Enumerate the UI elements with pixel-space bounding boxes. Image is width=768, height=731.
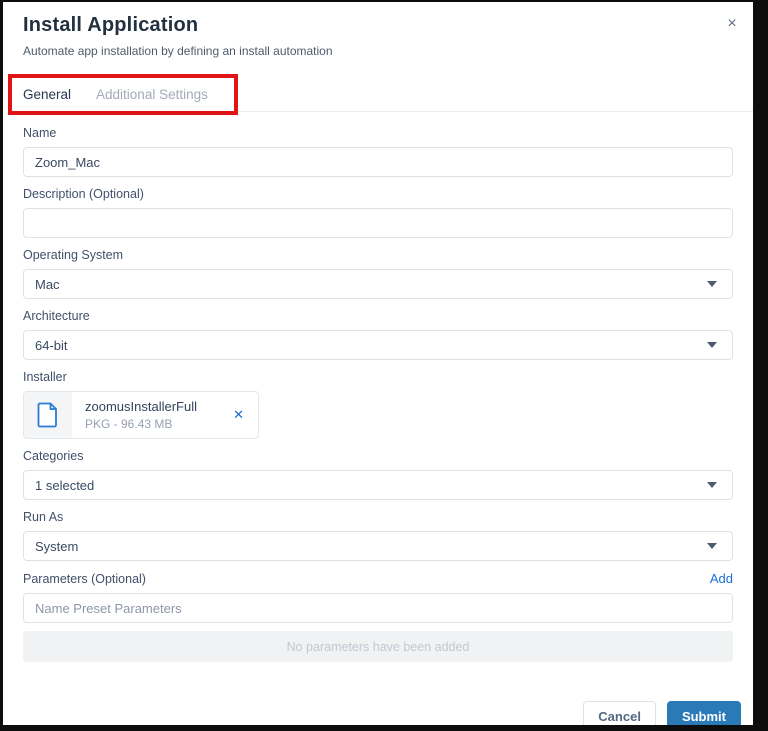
file-meta: PKG - 96.43 MB [85, 417, 233, 431]
installer-file-card: zoomusInstallerFull PKG - 96.43 MB ✕ [23, 391, 259, 439]
architecture-select[interactable]: 64-bit [23, 330, 733, 360]
modal-header: Install Application Automate app install… [3, 2, 753, 58]
tab-additional-settings[interactable]: Additional Settings [96, 87, 208, 102]
modal-footer: Cancel Submit [3, 701, 753, 731]
architecture-field-group: Architecture 64-bit [23, 309, 733, 360]
description-field-group: Description (Optional) [23, 187, 733, 238]
remove-file-icon[interactable]: ✕ [233, 407, 244, 423]
description-input[interactable] [23, 208, 733, 238]
categories-select[interactable]: 1 selected [23, 470, 733, 500]
categories-field-group: Categories 1 selected [23, 449, 733, 500]
installer-label: Installer [23, 370, 733, 384]
add-parameter-link[interactable]: Add [710, 571, 733, 586]
name-label: Name [23, 126, 733, 140]
run-as-label: Run As [23, 510, 733, 524]
install-application-modal: Install Application Automate app install… [0, 0, 768, 731]
chevron-down-icon [707, 543, 717, 549]
operating-system-field-group: Operating System Mac [23, 248, 733, 299]
run-as-select[interactable]: System [23, 531, 733, 561]
modal-subtitle: Automate app installation by defining an… [23, 44, 733, 58]
parameters-input[interactable] [23, 593, 733, 623]
architecture-label: Architecture [23, 309, 733, 323]
description-label: Description (Optional) [23, 187, 733, 201]
name-input[interactable] [23, 147, 733, 177]
name-field-group: Name [23, 126, 733, 177]
file-info: zoomusInstallerFull PKG - 96.43 MB [72, 399, 233, 431]
tab-bar: General Additional Settings [3, 74, 753, 116]
annotation-highlight-box: General Additional Settings [8, 74, 238, 115]
categories-label: Categories [23, 449, 733, 463]
operating-system-label: Operating System [23, 248, 733, 262]
parameters-label-row: Parameters (Optional) Add [23, 571, 733, 586]
submit-button[interactable]: Submit [667, 701, 741, 731]
run-as-field-group: Run As System [23, 510, 733, 561]
parameters-label: Parameters (Optional) [23, 572, 146, 586]
file-name: zoomusInstallerFull [85, 399, 233, 415]
file-icon [24, 392, 72, 438]
chevron-down-icon [707, 342, 717, 348]
architecture-value: 64-bit [35, 338, 68, 353]
operating-system-select[interactable]: Mac [23, 269, 733, 299]
categories-value: 1 selected [35, 478, 94, 493]
chevron-down-icon [707, 281, 717, 287]
cancel-button[interactable]: Cancel [583, 701, 656, 731]
installer-field-group: Installer zoomusInstallerFull PKG - 96.4… [23, 370, 733, 439]
tab-general[interactable]: General [23, 87, 71, 102]
chevron-down-icon [707, 482, 717, 488]
operating-system-value: Mac [35, 277, 60, 292]
parameters-empty-state: No parameters have been added [23, 631, 733, 662]
run-as-value: System [35, 539, 78, 554]
close-icon[interactable]: × [721, 14, 743, 36]
parameters-field-group: Parameters (Optional) Add [23, 571, 733, 623]
page-title: Install Application [23, 14, 733, 37]
